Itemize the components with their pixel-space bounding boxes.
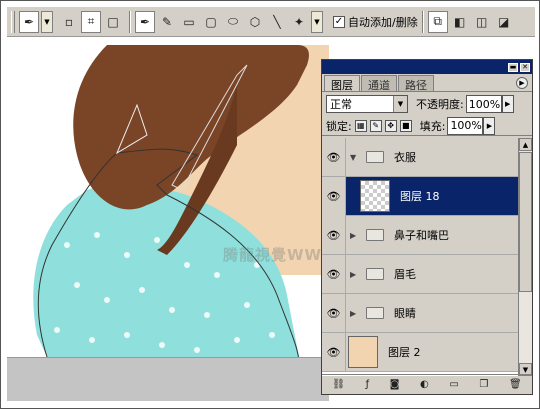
layer-row-selected[interactable]: 👁 图层 18 (322, 176, 518, 216)
checkbox-box[interactable]: ✓ (333, 15, 345, 28)
expand-triangle-icon[interactable]: ▼ (350, 153, 362, 162)
expand-triangle-icon[interactable]: ▶ (350, 231, 362, 240)
layer-name: 鼻子和嘴巴 (394, 229, 449, 242)
canvas-artwork (31, 45, 309, 382)
rectangle-icon[interactable]: ▭ (179, 11, 199, 33)
folder-icon (366, 307, 384, 319)
lock-transparent-icon[interactable]: ▦ (354, 119, 367, 132)
layer-row-group[interactable]: 👁 ▶ 眼睛 (322, 293, 518, 333)
panel-bottom-bar: ⛓ ƒ ◙ ◐ ▭ ❐ 🗑 (322, 374, 532, 394)
panel-menu-icon[interactable]: ▶ (516, 77, 528, 89)
panel-tabs: 图层 通道 路径 ▶ (322, 74, 532, 92)
screenshot-frame: ✒ ▼ ▫ ⌗ □ ✒ ✎ ▭ ▢ ⬭ ⬡ ╲ ✦ ▼ ✓ 自动添加/删除 ⧉ … (0, 0, 540, 409)
fill-pixels-icon[interactable]: □ (103, 11, 123, 33)
visibility-eye-icon[interactable]: 👁 (322, 332, 346, 372)
auto-add-delete-label: 自动添加/删除 (348, 15, 418, 29)
add-to-path-icon[interactable]: ⧉ (427, 10, 448, 33)
blend-mode-select[interactable]: 正常 ▼ (326, 95, 408, 113)
line-icon[interactable]: ╲ (267, 11, 287, 33)
pen-tool-preset-icon[interactable]: ✒ (19, 10, 39, 33)
layers-scrollbar[interactable]: ▲ ▼ (518, 138, 532, 376)
layer-row[interactable]: 👁 图层 2 (322, 332, 518, 372)
hair-shape (73, 45, 309, 210)
layers-list: 👁 ▼ 衣服 👁 图层 18 👁 ▶ 鼻子和嘴巴 👁 ▶ 眉毛 👁 ▶ 眼睛 👁… (322, 137, 518, 376)
tab-channels[interactable]: 通道 (361, 75, 397, 92)
tab-layers[interactable]: 图层 (324, 75, 360, 92)
layer-mask-icon[interactable]: ◙ (390, 379, 400, 390)
layer-name: 图层 18 (400, 190, 440, 203)
exclude-path-icon[interactable]: ◪ (494, 11, 514, 33)
layer-name: 图层 2 (388, 346, 421, 359)
lock-position-icon[interactable]: ✥ (384, 119, 397, 132)
polygon-icon[interactable]: ⬡ (245, 11, 265, 33)
tool-preset-dropdown[interactable]: ▼ (41, 10, 53, 33)
layer-style-icon[interactable]: ƒ (366, 379, 370, 390)
expand-triangle-icon[interactable]: ▶ (350, 309, 362, 318)
blend-opacity-row: 正常 ▼ 不透明度: 100% ▶ (322, 92, 532, 116)
scroll-up-icon[interactable]: ▲ (519, 138, 532, 151)
rounded-rectangle-icon[interactable]: ▢ (201, 11, 221, 33)
layer-name: 眼睛 (394, 307, 416, 320)
trash-icon[interactable]: 🗑 (509, 379, 522, 390)
layer-row-group[interactable]: 👁 ▶ 眉毛 (322, 254, 518, 294)
lock-label: 锁定: (326, 119, 352, 133)
opacity-input[interactable]: 100% (465, 95, 502, 113)
layer-thumbnail (348, 336, 378, 368)
link-layers-icon[interactable]: ⛓ (332, 379, 345, 390)
subtract-path-icon[interactable]: ◧ (450, 11, 470, 33)
scrollbar-thumb[interactable] (519, 152, 532, 292)
new-layer-icon[interactable]: ❐ (479, 379, 488, 390)
visibility-eye-icon[interactable]: 👁 (322, 254, 346, 294)
layers-panel: ▬ ✕ 图层 通道 路径 ▶ 正常 ▼ 不透明度: 100% ▶ 锁定: ▦ ✎… (321, 59, 533, 395)
visibility-eye-icon[interactable]: 👁 (322, 215, 346, 255)
opacity-label: 不透明度: (416, 98, 464, 111)
options-toolbar: ✒ ▼ ▫ ⌗ □ ✒ ✎ ▭ ▢ ⬭ ⬡ ╲ ✦ ▼ ✓ 自动添加/删除 ⧉ … (7, 7, 535, 37)
expand-triangle-icon[interactable]: ▶ (350, 270, 362, 279)
paths-mode-icon[interactable]: ⌗ (81, 10, 101, 33)
fill-label: 填充: (419, 119, 446, 133)
visibility-eye-icon[interactable]: 👁 (322, 176, 346, 216)
document-canvas[interactable] (7, 45, 329, 401)
folder-icon (366, 151, 384, 163)
folder-icon (366, 229, 384, 241)
visibility-eye-icon[interactable]: 👁 (322, 293, 346, 333)
opacity-slider-arrow-icon[interactable]: ▶ (501, 95, 514, 113)
intersect-path-icon[interactable]: ◫ (472, 11, 492, 33)
new-group-icon[interactable]: ▭ (449, 379, 458, 390)
folder-icon (366, 268, 384, 280)
layer-row-group[interactable]: 👁 ▶ 鼻子和嘴巴 (322, 215, 518, 255)
pen-tool-icon[interactable]: ✒ (135, 10, 155, 33)
tab-paths[interactable]: 路径 (398, 75, 434, 92)
fill-slider-arrow-icon[interactable]: ▶ (483, 116, 496, 135)
minimize-icon[interactable]: ▬ (508, 62, 518, 72)
blend-mode-value: 正常 (330, 98, 352, 111)
lock-fill-row: 锁定: ▦ ✎ ✥ ■ 填充: 100% ▶ (322, 116, 532, 136)
custom-shape-icon[interactable]: ✦ (289, 11, 309, 33)
auto-add-delete-checkbox[interactable]: ✓ 自动添加/删除 (333, 14, 418, 30)
lock-all-icon[interactable]: ■ (399, 119, 412, 132)
toolbar-grip[interactable] (11, 10, 15, 33)
layer-name: 衣服 (394, 151, 416, 164)
layer-thumbnail (360, 180, 390, 212)
adjustment-layer-icon[interactable]: ◐ (420, 379, 429, 390)
layer-name: 眉毛 (394, 268, 416, 281)
toolbar-divider (421, 10, 424, 33)
visibility-eye-icon[interactable]: 👁 (322, 137, 346, 177)
gray-bottom-bar (7, 357, 329, 401)
freeform-pen-icon[interactable]: ✎ (157, 11, 177, 33)
geometry-options-dropdown[interactable]: ▼ (311, 10, 323, 33)
lock-image-icon[interactable]: ✎ (369, 119, 382, 132)
close-icon[interactable]: ✕ (520, 62, 530, 72)
fill-input[interactable]: 100% (447, 116, 484, 135)
chevron-down-icon[interactable]: ▼ (393, 96, 407, 112)
shape-layers-icon[interactable]: ▫ (59, 11, 79, 33)
toolbar-divider (129, 10, 131, 33)
ellipse-icon[interactable]: ⬭ (223, 11, 243, 33)
layer-row-group[interactable]: 👁 ▼ 衣服 (322, 137, 518, 177)
panel-titlebar: ▬ ✕ (322, 60, 532, 74)
